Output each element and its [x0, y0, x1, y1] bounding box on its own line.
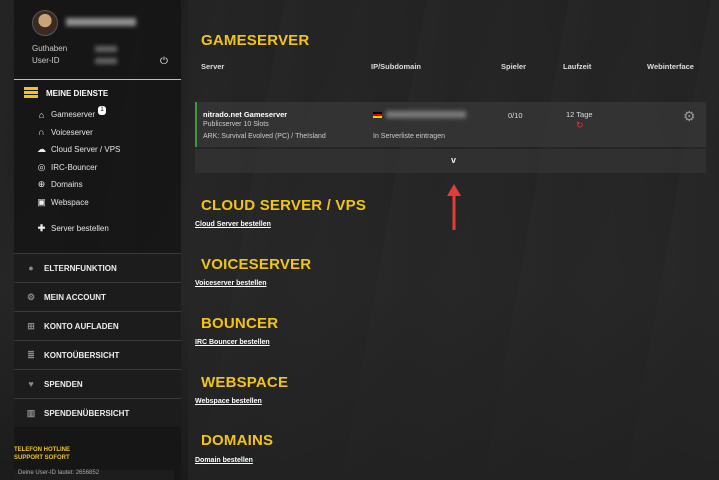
webspace-order-link[interactable]: Webspace bestellen	[195, 398, 262, 405]
sidebar-item-label: Cloud Server / VPS	[51, 145, 121, 155]
gameserver-title: GAMESERVER	[201, 32, 310, 49]
column-server: Server	[201, 62, 225, 71]
cloud-icon: ☁	[37, 144, 46, 155]
sidebar-item-label: Domains	[51, 180, 83, 190]
balance-row: Guthaben	[32, 44, 118, 53]
sidebar-item-webspace[interactable]: ▣ Webspace	[36, 194, 181, 212]
column-webinterface: Webinterface	[647, 62, 694, 71]
voiceserver-title: VOICESERVER	[201, 256, 312, 273]
heart-icon: ♥	[28, 379, 34, 389]
domains-title: DOMAINS	[201, 432, 274, 449]
webinterface-gear-icon[interactable]: ⚙	[683, 108, 696, 125]
hotline-text: TELEFON HOTLINE SUPPORT SOFORT	[14, 446, 70, 462]
userid-footer: Deine User-ID lautet: 2656852	[14, 470, 174, 480]
order-server-label: Server bestellen	[51, 224, 109, 234]
main-content: GAMESERVER Server IP/Subdomain Spieler L…	[188, 0, 719, 480]
username-blurred	[66, 18, 136, 26]
ip-address-blurred	[386, 111, 466, 118]
section-label: MEIN ACCOUNT	[44, 292, 106, 302]
column-ip: IP/Subdomain	[371, 62, 422, 71]
webspace-icon: ▣	[37, 196, 46, 207]
sidebar-section-spenden[interactable]: ♥ SPENDEN	[14, 369, 181, 398]
sidebar-section-kontouebersicht[interactable]: ≣ KONTOÜBERSICHT	[14, 340, 181, 369]
balance-label: Guthaben	[32, 44, 68, 53]
profile-panel: Guthaben User-ID ⏻	[14, 0, 181, 80]
section-label: KONTO AUFLADEN	[44, 321, 119, 331]
runtime: 12 Tage	[566, 110, 593, 119]
balance-value-blurred	[95, 45, 118, 52]
headset-icon: ∩	[38, 127, 45, 138]
sidebar-section-konto-aufladen[interactable]: ⊞ KONTO AUFLADEN	[14, 311, 181, 340]
sidebar-item-gameserver[interactable]: ⌂ Gameserver 1	[36, 106, 181, 124]
sidebar: Guthaben User-ID ⏻ MEINE DIENSTE ⌂ Games…	[14, 0, 181, 480]
plus-icon: ✚	[37, 223, 46, 234]
sidebar-section-account[interactable]: ⚙ MEIN ACCOUNT	[14, 282, 181, 311]
server-stack-icon	[24, 87, 38, 99]
sidebar-item-domains[interactable]: ⊕ Domains	[36, 176, 181, 194]
meine-dienste-header[interactable]: MEINE DIENSTE	[14, 80, 181, 106]
cloud-title: CLOUD SERVER / VPS	[201, 197, 367, 214]
logout-power-icon[interactable]: ⏻	[160, 56, 168, 67]
globe-icon: ⊕	[37, 179, 46, 190]
sidebar-item-label: Webspace	[51, 197, 89, 207]
server-slots: Publicserver 10 Slots	[203, 121, 269, 128]
expand-row[interactable]: v	[195, 149, 706, 173]
chart-icon: ▥	[26, 407, 36, 418]
userid-row: User-ID	[32, 56, 117, 65]
gamepad-icon: ⌂	[38, 109, 45, 120]
avatar[interactable]	[32, 10, 58, 36]
column-laufzeit: Laufzeit	[563, 62, 592, 71]
sidebar-section-elternfunktion[interactable]: ● ELTERNFUNKTION	[14, 253, 181, 282]
sidebar-item-label: Gameserver	[51, 110, 96, 120]
renew-icon[interactable]: ↻	[576, 120, 584, 131]
userid-label: User-ID	[32, 56, 60, 65]
bouncer-order-link[interactable]: IRC Bouncer bestellen	[195, 339, 270, 346]
irc-icon: ◎	[37, 161, 46, 172]
sidebar-sections: ● ELTERNFUNKTION ⚙ MEIN ACCOUNT ⊞ KONTO AUF…	[14, 253, 181, 427]
account-gear-icon: ⚙	[26, 291, 36, 302]
voiceserver-order-link[interactable]: Voiceserver bestellen	[195, 280, 266, 287]
cart-icon: ⊞	[27, 320, 35, 331]
cloud-order-link[interactable]: Cloud Server bestellen	[195, 221, 271, 228]
annotation-red-arrow	[447, 184, 461, 230]
server-name: nitrado.net Gameserver	[203, 110, 288, 119]
services-submenu: ⌂ Gameserver 1 ∩ Voiceserver ☁ Cloud Ser…	[14, 106, 181, 238]
userid-value-blurred	[94, 57, 117, 64]
domains-order-link[interactable]: Domain bestellen	[195, 457, 253, 464]
serverlist-register-link[interactable]: In Serverliste eintragen	[373, 133, 445, 140]
meine-dienste-label: MEINE DIENSTE	[46, 88, 109, 98]
germany-flag-icon	[373, 112, 382, 118]
list-icon: ≣	[27, 349, 35, 360]
sidebar-section-spendenuebersicht[interactable]: ▥ SPENDENÜBERSICHT	[14, 398, 181, 427]
section-label: SPENDENÜBERSICHT	[44, 408, 130, 418]
server-game: ARK: Survival Evolved (PC) / TheIsland	[203, 133, 326, 140]
hotline-line1: TELEFON HOTLINE	[14, 447, 70, 453]
sidebar-item-label: Voiceserver	[51, 127, 93, 137]
player-count: 0/10	[508, 111, 523, 120]
section-label: KONTOÜBERSICHT	[44, 350, 120, 360]
sidebar-item-cloud[interactable]: ☁ Cloud Server / VPS	[36, 141, 181, 159]
column-spieler: Spieler	[501, 62, 527, 71]
users-icon: ●	[28, 263, 34, 273]
sidebar-item-irc[interactable]: ◎ IRC-Bouncer	[36, 159, 181, 177]
webspace-title: WEBSPACE	[201, 374, 289, 391]
sidebar-item-voiceserver[interactable]: ∩ Voiceserver	[36, 124, 181, 142]
section-label: ELTERNFUNKTION	[44, 263, 117, 273]
order-server-link[interactable]: ✚ Server bestellen	[36, 220, 181, 238]
hotline-line2: SUPPORT SOFORT	[14, 455, 70, 461]
bouncer-title: BOUNCER	[201, 315, 279, 332]
sidebar-item-label: IRC-Bouncer	[51, 162, 98, 172]
gameserver-row[interactable]: nitrado.net Gameserver Publicserver 10 S…	[195, 102, 706, 147]
gameserver-count-badge: 1	[98, 106, 107, 116]
chevron-down-icon[interactable]: v	[451, 155, 456, 165]
section-label: SPENDEN	[44, 379, 83, 389]
